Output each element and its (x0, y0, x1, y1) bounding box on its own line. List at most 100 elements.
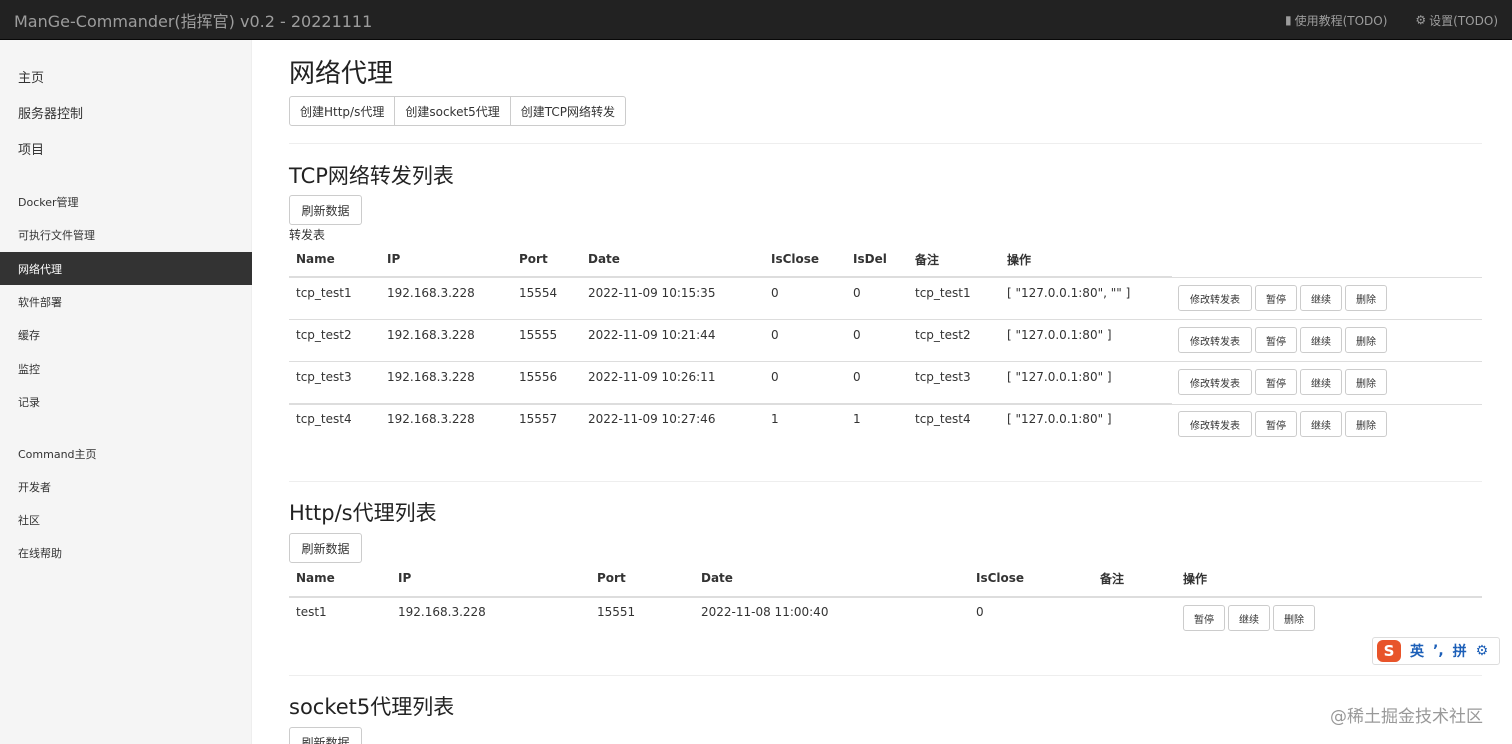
gear-icon[interactable]: ⚙ (1476, 643, 1489, 659)
tcp-section-title: TCP网络转发列表 (289, 164, 454, 188)
tcp-col-isclose: IsClose (771, 252, 820, 266)
sidebar-item-command-home[interactable]: Command主页 (0, 437, 252, 470)
ime-mode-label[interactable]: 英 (1410, 641, 1424, 661)
gear-icon: ⚙ (1415, 13, 1427, 27)
delete-button[interactable]: 删除 (1345, 285, 1387, 311)
socket5-refresh-button[interactable]: 刷新数据 (289, 727, 362, 744)
sidebar: 主页 服务器控制 项目 Docker管理 可执行文件管理 网络代理 软件部署 缓… (0, 40, 252, 744)
resume-button[interactable]: 继续 (1228, 605, 1270, 631)
pause-button[interactable]: 暂停 (1255, 285, 1297, 311)
http-header-rule (289, 596, 1482, 598)
tcp-col-port: Port (519, 252, 548, 266)
cell-name: tcp_test4 (296, 412, 352, 426)
cell-isclose: 0 (976, 605, 984, 619)
edit-forward-table-button[interactable]: 修改转发表 (1178, 327, 1252, 353)
edit-forward-table-button[interactable]: 修改转发表 (1178, 411, 1252, 437)
page-title: 网络代理 (289, 59, 394, 89)
cell-name: test1 (296, 605, 327, 619)
divider (289, 481, 1482, 482)
cell-note: tcp_test1 (915, 286, 971, 300)
delete-button[interactable]: 删除 (1345, 411, 1387, 437)
tcp-col-isdel: IsDel (853, 252, 887, 266)
edit-forward-table-button[interactable]: 修改转发表 (1178, 369, 1252, 395)
cell-port: 15555 (519, 328, 558, 342)
cell-ip: 192.168.3.228 (387, 286, 475, 300)
cell-isclose: 0 (771, 286, 779, 300)
tutorial-label: 使用教程(TODO) (1294, 13, 1388, 28)
sidebar-item-network-proxy[interactable]: 网络代理 (0, 252, 252, 285)
sidebar-item-projects[interactable]: 项目 (0, 130, 252, 166)
create-http-proxy-button[interactable]: 创建Http/s代理 (289, 96, 396, 126)
sidebar-item-software-deploy[interactable]: 软件部署 (0, 285, 252, 318)
cell-ip: 192.168.3.228 (387, 412, 475, 426)
cell-isclose: 0 (771, 328, 779, 342)
http-col-name: Name (296, 571, 335, 585)
sidebar-item-docker[interactable]: Docker管理 (0, 185, 252, 218)
cell-port: 15554 (519, 286, 558, 300)
cell-ip: 192.168.3.228 (387, 370, 475, 384)
cell-date: 2022-11-09 10:21:44 (588, 328, 716, 342)
row-divider (289, 404, 1482, 405)
cell-isdel: 1 (853, 412, 861, 426)
http-col-port: Port (597, 571, 626, 585)
sidebar-item-server-control[interactable]: 服务器控制 (0, 94, 252, 130)
http-col-ip: IP (398, 571, 412, 585)
create-socket5-proxy-button[interactable]: 创建socket5代理 (394, 96, 511, 126)
http-refresh-button[interactable]: 刷新数据 (289, 533, 362, 563)
sidebar-item-monitor[interactable]: 监控 (0, 352, 252, 385)
sidebar-item-cache[interactable]: 缓存 (0, 318, 252, 351)
punctuation-icon[interactable]: ’, (1433, 643, 1444, 659)
sidebar-item-developers[interactable]: 开发者 (0, 470, 252, 503)
sidebar-item-online-help[interactable]: 在线帮助 (0, 536, 252, 569)
sidebar-item-community[interactable]: 社区 (0, 503, 252, 536)
tcp-col-op: 操作 (1007, 253, 1032, 267)
cell-isclose: 1 (771, 412, 779, 426)
http-col-isclose: IsClose (976, 571, 1025, 585)
resume-button[interactable]: 继续 (1300, 411, 1342, 437)
watermark: @稀土掘金技术社区 (1330, 707, 1483, 727)
cell-isclose: 0 (771, 370, 779, 384)
divider (289, 675, 1482, 676)
http-col-date: Date (701, 571, 733, 585)
row-divider (289, 361, 1482, 362)
sidebar-item-home[interactable]: 主页 (0, 58, 252, 94)
ime-pinyin-label[interactable]: 拼 (1453, 641, 1467, 661)
resume-button[interactable]: 继续 (1300, 327, 1342, 353)
pause-button[interactable]: 暂停 (1255, 327, 1297, 353)
cell-isdel: 0 (853, 286, 861, 300)
pause-button[interactable]: 暂停 (1255, 369, 1297, 395)
settings-label: 设置(TODO) (1429, 13, 1498, 28)
cell-op: [ "127.0.0.1:80" ] (1007, 328, 1112, 342)
cell-op: [ "127.0.0.1:80" ] (1007, 412, 1112, 426)
sogou-logo-icon: S (1377, 640, 1401, 662)
delete-button[interactable]: 删除 (1345, 369, 1387, 395)
sidebar-item-logs[interactable]: 记录 (0, 385, 252, 418)
tcp-col-name: Name (296, 252, 335, 266)
row-divider (289, 319, 1482, 320)
tcp-refresh-button[interactable]: 刷新数据 (289, 195, 362, 225)
sidebar-item-executables[interactable]: 可执行文件管理 (0, 218, 252, 251)
cell-note: tcp_test3 (915, 370, 971, 384)
tcp-table-caption: 转发表 (289, 228, 326, 242)
pause-button[interactable]: 暂停 (1255, 411, 1297, 437)
cell-op: [ "127.0.0.1:80", "" ] (1007, 286, 1131, 300)
cell-port: 15557 (519, 412, 558, 426)
resume-button[interactable]: 继续 (1300, 369, 1342, 395)
cell-note: tcp_test2 (915, 328, 971, 342)
book-icon: ▮ (1284, 13, 1292, 27)
create-tcp-forward-button[interactable]: 创建TCP网络转发 (509, 96, 627, 126)
app-brand[interactable]: ManGe-Commander(指挥官) v0.2 - 20221111 (14, 8, 372, 32)
settings-link[interactable]: ⚙ 设置(TODO) (1401, 12, 1512, 29)
pause-button[interactable]: 暂停 (1183, 605, 1225, 631)
resume-button[interactable]: 继续 (1300, 285, 1342, 311)
delete-button[interactable]: 删除 (1273, 605, 1315, 631)
navbar-right: ▮ 使用教程(TODO) ⚙ 设置(TODO) (1271, 0, 1512, 40)
delete-button[interactable]: 删除 (1345, 327, 1387, 353)
ime-toolbar[interactable]: S 英 ’, 拼 ⚙ (1372, 637, 1500, 665)
tutorial-link[interactable]: ▮ 使用教程(TODO) (1271, 12, 1401, 29)
http-col-op: 操作 (1183, 572, 1208, 586)
edit-forward-table-button[interactable]: 修改转发表 (1178, 285, 1252, 311)
cell-op: [ "127.0.0.1:80" ] (1007, 370, 1112, 384)
tcp-row-rule (289, 277, 1482, 278)
http-col-note: 备注 (1100, 572, 1125, 586)
